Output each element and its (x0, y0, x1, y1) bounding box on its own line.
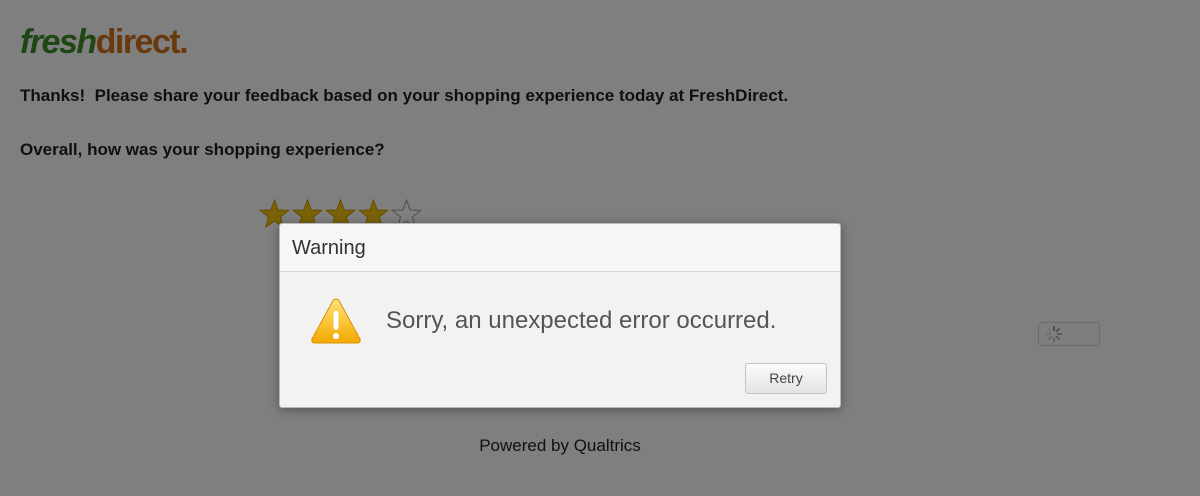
warning-icon (311, 298, 361, 344)
retry-button[interactable]: Retry (745, 363, 827, 394)
dialog-message: Sorry, an unexpected error occurred. (386, 307, 777, 334)
warning-dialog: Warning Sorry, an unexpected error occur… (279, 223, 841, 408)
dialog-header: Warning (280, 224, 840, 272)
dialog-title: Warning (292, 237, 366, 259)
